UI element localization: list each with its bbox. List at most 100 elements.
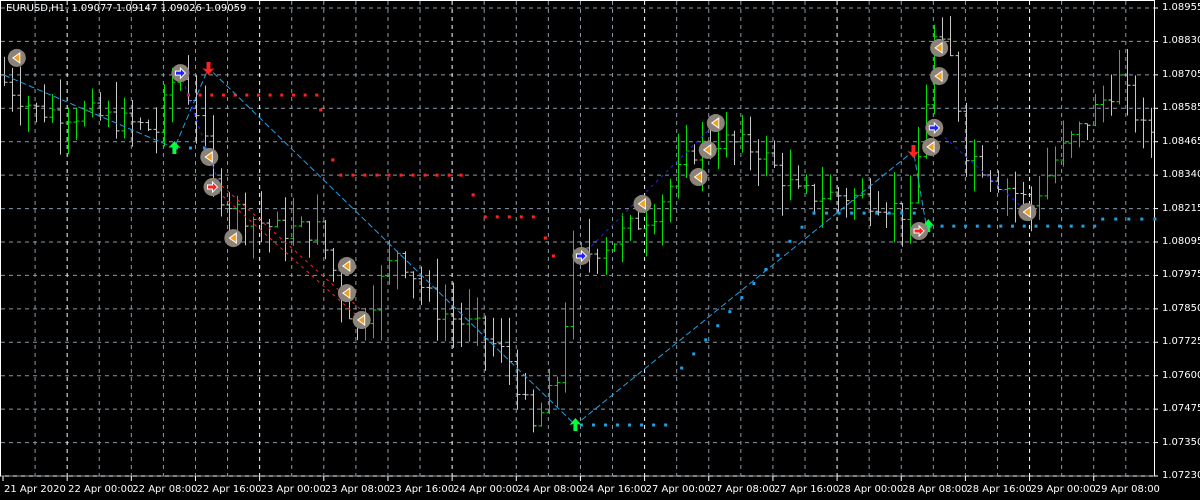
price-bar: [963, 102, 970, 177]
price-bar: [394, 250, 401, 290]
time-label: 23 Apr 00:00: [260, 484, 326, 495]
price-bar: [570, 230, 577, 340]
price-bar: [306, 221, 313, 258]
price-bar: [1084, 123, 1091, 140]
price-bar: [1004, 178, 1011, 217]
red-dashed-line: [212, 186, 363, 321]
stop-dot-cyan: [1153, 217, 1157, 221]
price-label: 1.07230: [1162, 470, 1200, 481]
stop-dot-cyan: [788, 239, 792, 243]
price-chart[interactable]: [0, 0, 1200, 500]
stop-dot-red: [363, 173, 367, 177]
price-bar: [514, 349, 521, 410]
stop-dot-cyan: [812, 211, 816, 215]
stop-dot-red: [315, 93, 319, 97]
stop-dot-red: [495, 215, 499, 219]
stop-dot-cyan: [912, 211, 916, 215]
stop-dot-red: [543, 236, 547, 240]
stop-dot-red: [291, 93, 295, 97]
price-label: 1.08955: [1162, 2, 1200, 13]
price-bar: [554, 376, 561, 407]
stop-dot-cyan: [837, 211, 841, 215]
stop-dot-cyan: [1101, 217, 1105, 221]
stop-dot-red: [399, 173, 403, 177]
time-label: 28 Apr 16:00: [966, 484, 1032, 495]
zigzag-line-cyan: [3, 67, 927, 426]
stop-dot-red: [459, 173, 463, 177]
stop-dot-cyan: [800, 225, 804, 229]
price-label: 1.07850: [1162, 302, 1200, 314]
price-bar: [434, 258, 441, 341]
stop-dot-red: [531, 215, 535, 219]
signal-marker: [633, 194, 652, 213]
price-bar: [386, 239, 393, 285]
stop-dot-cyan: [652, 423, 656, 427]
stop-dot-cyan: [875, 211, 879, 215]
stop-dot-cyan: [716, 324, 720, 328]
arrow-down-icon: [907, 144, 920, 158]
price-bar: [594, 248, 601, 274]
price-bar: [25, 95, 32, 132]
price-bar: [121, 97, 128, 139]
stop-dot-red: [210, 93, 214, 97]
price-bar: [242, 192, 249, 246]
price-bar: [193, 75, 200, 144]
signal-marker: [7, 48, 26, 67]
time-label: 21 Apr 2020: [4, 484, 66, 495]
price-bar: [1044, 147, 1051, 200]
signal-marker: [572, 246, 591, 265]
stop-dot-cyan: [604, 423, 607, 427]
signal-marker: [1018, 203, 1037, 222]
stop-dot-cyan: [728, 310, 732, 314]
price-bar: [1, 56, 8, 87]
symbol-timeframe: EURUSD,H1: [6, 3, 66, 14]
stop-dot-cyan: [900, 211, 904, 215]
stop-dot-cyan: [1093, 224, 1097, 228]
price-bar: [619, 213, 626, 263]
price-bar: [370, 285, 377, 339]
signal-marker: [200, 147, 219, 166]
stop-dot-red: [519, 215, 523, 219]
price-bar: [1052, 146, 1059, 184]
price-label: 1.08465: [1162, 135, 1200, 147]
price-bar: [450, 282, 457, 348]
price-bar: [113, 81, 120, 139]
stop-dot-cyan: [1034, 224, 1038, 228]
stop-dot-cyan: [862, 211, 866, 215]
time-label: 24 Apr 08:00: [517, 484, 583, 495]
stop-dot-red: [268, 93, 272, 97]
chart-header: EURUSD,H1 1.09077 1.09147 1.09026 1.0905…: [6, 3, 246, 14]
price-bar: [17, 66, 24, 126]
time-label: 24 Apr 16:00: [581, 484, 647, 495]
price-bar: [330, 248, 337, 282]
price-bar: [490, 317, 497, 357]
price-bar: [266, 219, 273, 253]
arrow-up-icon: [168, 140, 181, 154]
price-bar: [65, 107, 72, 155]
time-label: 22 Apr 00:00: [68, 484, 134, 495]
price-bar: [562, 302, 569, 393]
stop-dot-cyan: [1069, 224, 1073, 228]
price-bar: [819, 166, 826, 228]
price-bar: [947, 16, 954, 57]
stop-dot-red: [198, 93, 202, 97]
price-bar: [779, 152, 786, 216]
price-bar: [899, 202, 906, 247]
zigzag-line-blue: [581, 122, 717, 257]
stop-dot-red: [471, 193, 475, 197]
price-bar: [466, 289, 473, 342]
price-bar: [538, 402, 545, 427]
price-bar: [1068, 131, 1075, 158]
price-bar: [971, 139, 978, 192]
price-label: 1.07350: [1162, 436, 1200, 448]
signal-marker: [337, 257, 356, 276]
stop-dot-cyan: [591, 423, 595, 427]
price-bar: [843, 187, 850, 218]
stop-dot-red: [551, 254, 555, 258]
zigzag-line-blue: [933, 127, 1028, 213]
price-label: 1.08830: [1162, 35, 1200, 47]
price-bar: [81, 100, 88, 127]
time-label: 27 Apr 08:00: [709, 484, 775, 495]
time-label: 22 Apr 08:00: [132, 484, 198, 495]
time-label: 28 Apr 08:00: [902, 484, 968, 495]
